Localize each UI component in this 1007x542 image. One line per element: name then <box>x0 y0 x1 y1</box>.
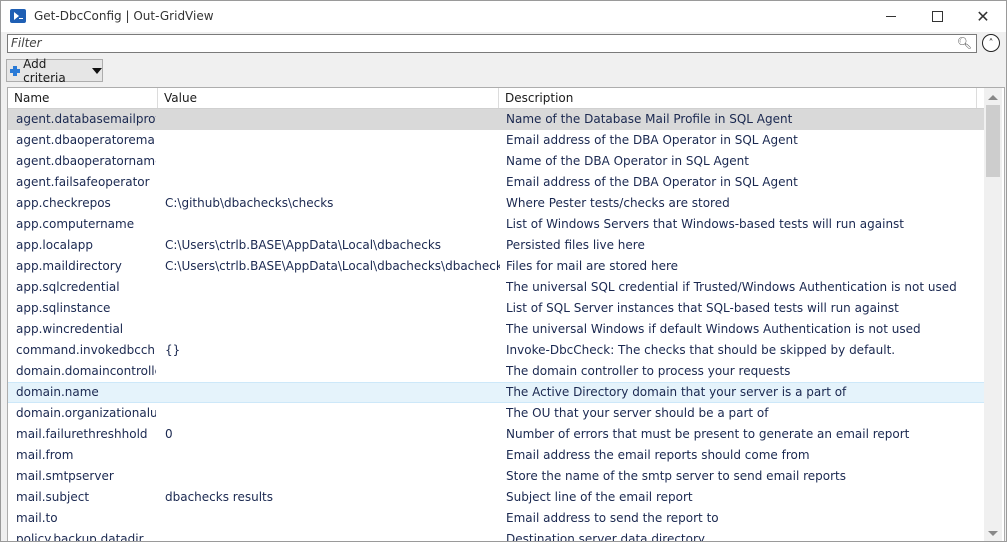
cell-description: Email address of the DBA Operator in SQL… <box>506 175 798 189</box>
cell-value: dbachecks results <box>165 490 273 504</box>
dropdown-caret-icon <box>92 67 102 74</box>
table-row[interactable]: policy.backup.datadir Destination server … <box>8 529 984 542</box>
table-row[interactable]: domain.domaincontroller The domain contro… <box>8 361 984 382</box>
table-row[interactable]: agent.dbaoperatoremail Email address of t… <box>8 130 984 151</box>
cell-name: mail.failurethreshhold <box>16 427 148 441</box>
cell-name: app.localapp <box>16 238 93 252</box>
table-row[interactable]: app.sqlinstance List of SQL Server instan… <box>8 298 984 319</box>
grid-header: Name Value Description <box>8 88 984 109</box>
cell-name: agent.dbaoperatorname <box>16 154 156 168</box>
cell-description: The OU that your server should be a part… <box>506 406 769 420</box>
cell-description: Email address the email reports should c… <box>506 448 810 462</box>
cell-value: C:\github\dbachecks\checks <box>165 196 334 210</box>
table-row[interactable]: agent.databasemailprofile Name of the Dat… <box>8 109 984 130</box>
table-row[interactable]: mail.subject dbachecks results Subject lin… <box>8 487 984 508</box>
maximize-button[interactable] <box>914 1 960 32</box>
cell-description: Email address to send the report to <box>506 511 719 525</box>
table-row[interactable]: mail.to Email address to send the report … <box>8 508 984 529</box>
table-row[interactable]: app.maildirectory C:\Users\ctrlb.BASE\App… <box>8 256 984 277</box>
cell-name: domain.organizationalu... <box>16 406 156 420</box>
column-header-name[interactable]: Name <box>8 88 158 108</box>
cell-description: The domain controller to process your re… <box>506 364 791 378</box>
cell-name: domain.domaincontroller <box>16 364 156 378</box>
search-icon[interactable]: 🔍︎ <box>957 36 972 50</box>
cell-name: app.computername <box>16 217 135 231</box>
cell-value: 0 <box>165 427 173 441</box>
collapse-filter-button[interactable]: ˄ <box>982 34 1000 52</box>
cell-description: Store the name of the smtp server to sen… <box>506 469 846 483</box>
scroll-down-icon[interactable] <box>988 531 998 536</box>
table-row[interactable]: app.checkrepos C:\github\dbachecks\checks… <box>8 193 984 214</box>
filter-placeholder: Filter <box>11 36 42 50</box>
powershell-icon <box>10 9 26 23</box>
close-icon: ✕ <box>976 7 990 26</box>
cell-description: Files for mail are stored here <box>506 259 679 273</box>
table-row[interactable]: agent.failsafeoperator Email address of t… <box>8 172 984 193</box>
cell-description: Subject line of the email report <box>506 490 693 504</box>
vertical-scrollbar[interactable] <box>984 88 1002 541</box>
cell-name: app.sqlcredential <box>16 280 120 294</box>
window-title: Get-DbcConfig | Out-GridView <box>34 9 214 23</box>
cell-name: mail.to <box>16 511 58 525</box>
cell-description: The universal Windows if default Windows… <box>506 322 921 336</box>
cell-name: app.checkrepos <box>16 196 111 210</box>
table-row[interactable]: mail.smtpserver Store the name of the smt… <box>8 466 984 487</box>
table-row[interactable]: domain.organizationalu... The OU that you… <box>8 403 984 424</box>
add-criteria-button[interactable]: Add criteria <box>6 56 103 85</box>
cell-name: app.sqlinstance <box>16 301 111 315</box>
cell-description: The universal SQL credential if Trusted/… <box>506 280 957 294</box>
cell-name: mail.from <box>16 448 74 462</box>
cell-description: Invoke-DbcCheck: The checks that should … <box>506 343 896 357</box>
cell-name: app.wincredential <box>16 322 124 336</box>
cell-description: Persisted files live here <box>506 238 645 252</box>
minimize-icon <box>886 16 896 17</box>
add-criteria-label: Add criteria <box>23 56 66 85</box>
cell-name: mail.subject <box>16 490 90 504</box>
filter-input[interactable]: Filter 🔍︎ <box>7 34 977 53</box>
column-header-value[interactable]: Value <box>158 88 499 108</box>
cell-value: {} <box>165 343 181 357</box>
chevron-up-icon: ˄ <box>988 37 994 49</box>
table-row[interactable]: mail.failurethreshhold 0 Number of errors … <box>8 424 984 445</box>
cell-description: The Active Directory domain that your se… <box>506 385 847 399</box>
close-button[interactable]: ✕ <box>960 1 1006 32</box>
cell-description: Where Pester tests/checks are stored <box>506 196 730 210</box>
scroll-up-icon[interactable] <box>988 95 998 100</box>
table-row[interactable]: command.invokedbcch... {} Invoke-DbcCheck:… <box>8 340 984 361</box>
cell-name: policy.backup.datadir <box>16 532 144 542</box>
window: Get-DbcConfig | Out-GridView ✕ Filter 🔍︎… <box>0 0 1007 542</box>
cell-value: C:\Users\ctrlb.BASE\AppData\Local\dbache… <box>165 238 442 252</box>
minimize-button[interactable] <box>868 1 914 32</box>
cell-value: C:\Users\ctrlb.BASE\AppData\Local\dbache… <box>165 259 500 273</box>
column-header-description[interactable]: Description <box>499 88 977 108</box>
scrollbar-thumb[interactable] <box>986 105 1000 177</box>
cell-name: agent.databasemailprofile <box>16 112 156 126</box>
cell-name: mail.smtpserver <box>16 469 114 483</box>
cell-name: domain.name <box>16 385 99 399</box>
table-row[interactable]: app.wincredential The universal Windows i… <box>8 319 984 340</box>
table-row[interactable]: app.computername List of Windows Servers … <box>8 214 984 235</box>
table-row[interactable]: app.localapp C:\Users\ctrlb.BASE\AppData\… <box>8 235 984 256</box>
cell-name: agent.dbaoperatoremail <box>16 133 156 147</box>
cell-description: Destination server data directory <box>506 532 706 542</box>
results-grid: Name Value Description agent.databasemai… <box>7 87 1005 542</box>
cell-name: agent.failsafeoperator <box>16 175 150 189</box>
title-bar: Get-DbcConfig | Out-GridView ✕ <box>1 1 1006 32</box>
plus-icon <box>10 65 21 76</box>
cell-description: Number of errors that must be present to… <box>506 427 910 441</box>
table-row[interactable]: domain.name The Active Directory domain t… <box>8 382 984 403</box>
cell-name: app.maildirectory <box>16 259 122 273</box>
table-row[interactable]: app.sqlcredential The universal SQL crede… <box>8 277 984 298</box>
table-row[interactable]: agent.dbaoperatorname Name of the DBA Ope… <box>8 151 984 172</box>
cell-description: Email address of the DBA Operator in SQL… <box>506 133 798 147</box>
cell-name: command.invokedbcch... <box>16 343 156 357</box>
cell-description: Name of the Database Mail Profile in SQL… <box>506 112 793 126</box>
cell-description: List of Windows Servers that Windows-bas… <box>506 217 905 231</box>
cell-description: Name of the DBA Operator in SQL Agent <box>506 154 749 168</box>
maximize-icon <box>931 11 943 22</box>
table-row[interactable]: mail.from Email address the email reports… <box>8 445 984 466</box>
cell-description: List of SQL Server instances that SQL-ba… <box>506 301 899 315</box>
